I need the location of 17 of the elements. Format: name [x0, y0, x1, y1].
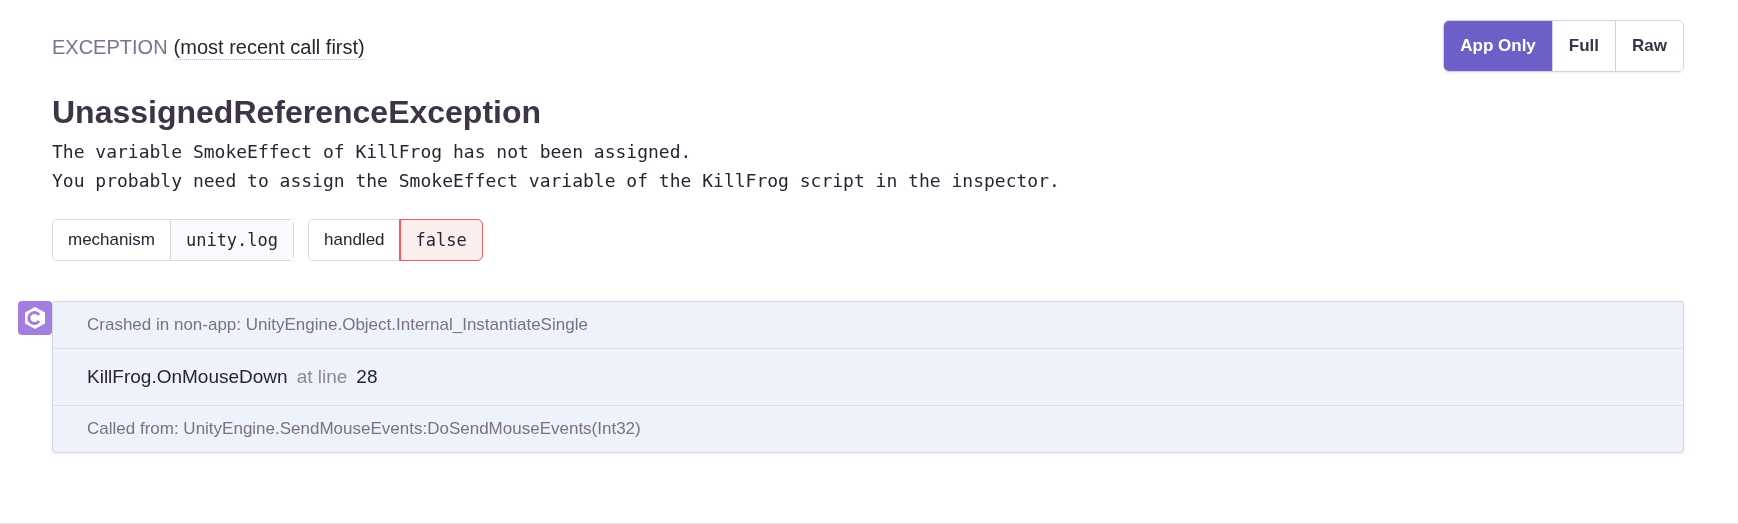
frame-note: Crashed in non-app: UnityEngine.Object.Internal_InstantiateSingle — [87, 315, 588, 335]
view-mode-button[interactable]: App Only — [1444, 21, 1552, 71]
view-mode-button[interactable]: Full — [1551, 21, 1616, 71]
tag-value: unity.log — [169, 220, 294, 260]
frame-function[interactable]: KillFrog.OnMouseDown — [87, 366, 288, 388]
frame-line-number: 28 — [356, 366, 378, 388]
tag-key: handled — [309, 220, 400, 260]
view-mode-button[interactable]: Raw — [1615, 21, 1683, 71]
exception-type: UnassignedReferenceException — [52, 94, 543, 131]
tag-value: false — [399, 220, 482, 260]
frame-location-label: at line — [296, 366, 348, 388]
frame-note: Called from: UnityEngine.SendMouseEvents:DoSendMouseEvents(Int32) — [87, 419, 641, 439]
section-title: EXCEPTION — [52, 36, 168, 59]
section-subtitle: (most recent call first) — [173, 36, 365, 60]
exception-message: The variable SmokeEffect of KillFrog has not been assigned. You probably need to assign the SmokeEffect variable of the KillFrog script in the inspector. — [52, 140, 1061, 193]
tag-key: mechanism — [53, 220, 170, 260]
csharp-icon — [18, 301, 52, 335]
